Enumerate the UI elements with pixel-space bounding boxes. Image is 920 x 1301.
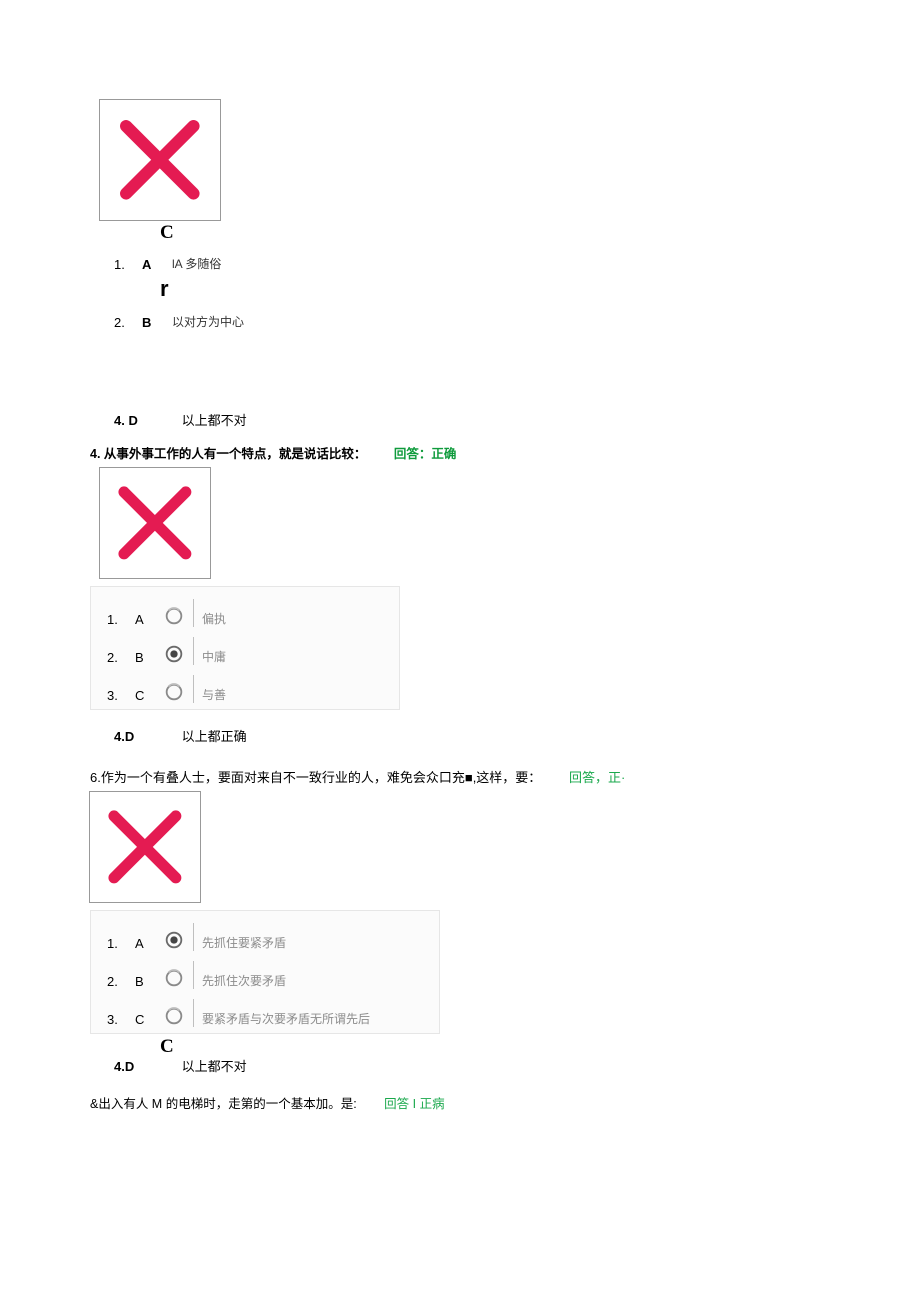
option-text: 先抓住次要矛盾	[198, 972, 286, 989]
stem-text: 6.作为一个有叠人士，要面对来自不一致行业的人，难免会众口充■,这样，要：	[90, 770, 541, 785]
answer-label: 回答：正确	[394, 447, 457, 461]
option-text: 先抓住要紧矛盾	[198, 934, 286, 951]
option-letter: C	[135, 688, 161, 703]
option-letter: A	[135, 612, 161, 627]
option-text: 偏执	[198, 610, 226, 627]
q3-option-a-row: C	[90, 228, 830, 266]
q3-option-b-row: r	[90, 286, 830, 324]
q8-stem: &出入有人 M 的电梯时，走第的一个基本加。是: 回答 I 正病	[90, 1093, 830, 1112]
radio-checked-icon[interactable]	[163, 643, 185, 665]
q6-glyph-row: C	[90, 1042, 830, 1080]
question-6: 6.作为一个有叠人士，要面对来自不一致行业的人，难免会众口充■,这样，要： 回答…	[90, 767, 830, 1075]
option-text: 中庸	[198, 648, 226, 665]
q6-option-c[interactable]: 3. C 要紧矛盾与次要矛盾无所谓先后	[97, 993, 433, 1031]
document-page: C 1. A lA 多随俗 r 2. B 以对方为中心 4. D 以上都不对 4…	[0, 0, 920, 1178]
option-letter: C	[135, 1012, 161, 1027]
q4-option-d: 4.D 以上都正确	[90, 726, 830, 745]
option-letter: B	[135, 974, 161, 989]
option-label: 4.D	[114, 729, 178, 744]
option-number: 3.	[107, 1012, 135, 1027]
radio-unchecked-icon[interactable]	[163, 1005, 185, 1027]
divider	[193, 675, 194, 703]
q4-stem: 4. 从事外事工作的人有一个特点，就是说话比较： 回答：正确	[90, 443, 830, 462]
answer-label: 回答 I 正病	[384, 1097, 444, 1111]
option-number: 1.	[107, 612, 135, 627]
divider	[193, 923, 194, 951]
glyph-c: C	[160, 1037, 194, 1056]
radio-unchecked-icon[interactable]	[163, 605, 185, 627]
error-x-box	[90, 792, 200, 902]
q3-option-d: 4. D 以上都不对	[90, 410, 830, 429]
stem-text: &出入有人 M 的电梯时，走第的一个基本加。是:	[90, 1097, 357, 1111]
option-text: 以上都不对	[182, 413, 247, 428]
option-number: 1.	[107, 936, 135, 951]
divider	[193, 999, 194, 1027]
x-icon	[102, 804, 188, 890]
q4-options-card: 1. A 偏执 2. B 中庸 3. C	[90, 586, 400, 710]
question-8: &出入有人 M 的电梯时，走第的一个基本加。是: 回答 I 正病	[90, 1093, 830, 1112]
option-text: 与善	[198, 686, 226, 703]
q4-option-b[interactable]: 2. B 中庸	[97, 631, 393, 669]
option-number: 2.	[107, 974, 135, 989]
glyph-c: C	[160, 223, 194, 242]
option-letter: A	[135, 936, 161, 951]
radio-unchecked-icon[interactable]	[163, 681, 185, 703]
radio-unchecked-icon[interactable]	[163, 967, 185, 989]
x-icon	[113, 113, 207, 207]
question-4: 4. 从事外事工作的人有一个特点，就是说话比较： 回答：正确 1. A 偏执 2…	[90, 443, 830, 745]
question-3: C 1. A lA 多随俗 r 2. B 以对方为中心 4. D 以上都不对	[90, 100, 830, 429]
q4-option-c[interactable]: 3. C 与善	[97, 669, 393, 707]
divider	[193, 961, 194, 989]
q6-options-card: 1. A 先抓住要紧矛盾 2. B 先抓住次要矛盾 3. C	[90, 910, 440, 1034]
radio-checked-icon[interactable]	[163, 929, 185, 951]
option-label: 4. D	[114, 413, 178, 428]
q4-option-a[interactable]: 1. A 偏执	[97, 593, 393, 631]
error-x-box	[100, 100, 220, 220]
option-text: 以上都正确	[182, 729, 247, 744]
glyph-r: r	[160, 278, 194, 300]
option-letter: B	[135, 650, 161, 665]
x-icon	[112, 480, 198, 566]
q6-option-b[interactable]: 2. B 先抓住次要矛盾	[97, 955, 433, 993]
divider	[193, 637, 194, 665]
option-number: 2.	[107, 650, 135, 665]
option-text: 要紧矛盾与次要矛盾无所谓先后	[198, 1010, 370, 1027]
q6-stem: 6.作为一个有叠人士，要面对来自不一致行业的人，难免会众口充■,这样，要： 回答…	[90, 767, 830, 786]
stem-text: 4. 从事外事工作的人有一个特点，就是说话比较：	[90, 447, 366, 461]
option-number: 3.	[107, 688, 135, 703]
divider	[193, 599, 194, 627]
q6-option-a[interactable]: 1. A 先抓住要紧矛盾	[97, 917, 433, 955]
answer-label: 回答，正·	[569, 770, 625, 785]
error-x-box	[100, 468, 210, 578]
